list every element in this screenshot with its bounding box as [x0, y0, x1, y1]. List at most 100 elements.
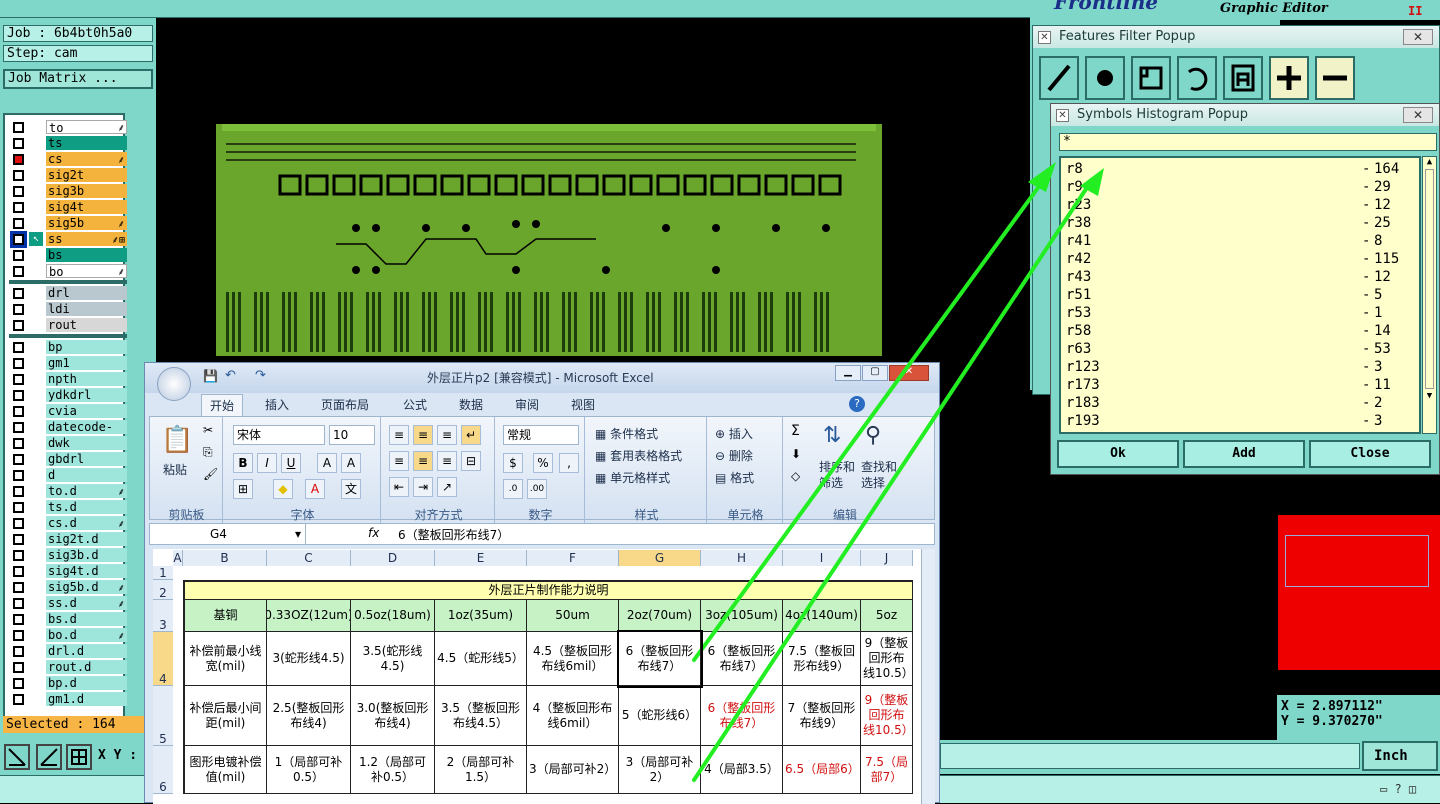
ribbon-tab[interactable]: 数据: [451, 394, 491, 416]
layer-checkbox[interactable]: [13, 694, 24, 705]
snap-icon[interactable]: [4, 744, 30, 770]
row-header[interactable]: 2: [153, 580, 173, 600]
layer-row-ts.d[interactable]: ts.d: [9, 499, 127, 515]
histogram-row[interactable]: r51 -5: [1064, 286, 1414, 304]
layer-checkbox[interactable]: [13, 266, 24, 277]
histogram-scrollbar[interactable]: ▲ ▼: [1422, 156, 1437, 434]
layer-row-npth[interactable]: npth: [9, 371, 127, 387]
increase-indent-icon[interactable]: ⇥: [413, 477, 433, 497]
column-header[interactable]: F: [527, 550, 619, 566]
save-icon[interactable]: 💾: [203, 369, 218, 383]
unit-select[interactable]: Inch: [1362, 741, 1438, 771]
table-cell[interactable]: 1（局部可补0.5）: [267, 746, 351, 794]
layer-row-rout[interactable]: rout: [9, 317, 127, 333]
preview-viewport[interactable]: [1285, 535, 1429, 587]
help-icon[interactable]: ?: [849, 396, 865, 412]
table-cell[interactable]: 图形电镀补偿值(mil): [183, 746, 267, 794]
table-cell[interactable]: 6（整板回形布线7）: [701, 686, 783, 746]
layer-row-datecode-pt[interactable]: datecode-pt: [9, 419, 127, 448]
table-cell[interactable]: 9（整板回形布线10.5）: [861, 686, 913, 746]
table-cell[interactable]: 5oz: [861, 600, 913, 632]
layer-row-sig2t[interactable]: sig2t: [9, 167, 127, 183]
formula-input[interactable]: 6（整板回形布线7）: [398, 526, 509, 543]
find-select-button[interactable]: 查找和 选择: [861, 459, 897, 491]
table-cell[interactable]: 基铜: [183, 600, 267, 632]
layer-checkbox[interactable]: [13, 320, 24, 331]
layer-checkbox[interactable]: [13, 422, 24, 433]
histogram-row[interactable]: r43 -12: [1064, 268, 1414, 286]
layer-row-sig4t.d[interactable]: sig4t.d: [9, 563, 127, 579]
row-header[interactable]: 6: [153, 746, 173, 794]
histogram-row[interactable]: r53 -1: [1064, 304, 1414, 322]
comma-icon[interactable]: ,: [559, 453, 579, 473]
table-cell[interactable]: 2（局部可补1.5）: [435, 746, 527, 794]
column-header[interactable]: J: [861, 550, 913, 566]
layer-checkbox[interactable]: [13, 486, 24, 497]
plus-filter-icon[interactable]: [1269, 56, 1309, 100]
table-cell[interactable]: 4（整板回形布线6mil）: [527, 686, 619, 746]
sheet-scrollbar[interactable]: [921, 549, 935, 804]
font-size-select[interactable]: 10: [329, 425, 375, 445]
paste-icon[interactable]: 📋: [161, 425, 193, 455]
scroll-thumb[interactable]: [1425, 169, 1434, 389]
border-icon[interactable]: ⊞: [233, 479, 253, 499]
layer-row-sig5b.d[interactable]: sig5b.d ⸙: [9, 579, 127, 595]
layer-checkbox[interactable]: [13, 138, 24, 149]
layer-row-bp[interactable]: bp: [9, 339, 127, 355]
redo-icon[interactable]: ↷: [255, 368, 266, 383]
layer-row-cs[interactable]: cs ⸙: [9, 151, 127, 167]
layer-checkbox[interactable]: [13, 662, 24, 673]
layer-checkbox[interactable]: [10, 231, 27, 248]
layer-row-sig3b.d[interactable]: sig3b.d: [9, 547, 127, 563]
layer-row-gm1.d[interactable]: gm1.d: [9, 691, 127, 707]
table-cell[interactable]: 4.5（蛇形线5）: [435, 632, 527, 686]
arc-filter-icon[interactable]: [1177, 56, 1217, 100]
job-matrix-button[interactable]: Job Matrix ...: [3, 69, 153, 89]
layer-checkbox[interactable]: [13, 202, 24, 213]
pad-filter-icon[interactable]: [1085, 56, 1125, 100]
layer-checkbox[interactable]: [13, 550, 24, 561]
align-right-icon[interactable]: ≡: [437, 451, 457, 471]
table-cell[interactable]: 7（整板回形布线9）: [783, 686, 861, 746]
table-cell[interactable]: 3.5(蛇形线4.5): [351, 632, 435, 686]
format-button[interactable]: ▤ 格式: [715, 469, 754, 486]
layer-checkbox[interactable]: [13, 358, 24, 369]
scroll-down-icon[interactable]: ▼: [1423, 391, 1436, 401]
table-cell[interactable]: 3(蛇形线4.5): [267, 632, 351, 686]
table-cell[interactable]: 2oz(70um): [619, 600, 701, 632]
minimize-button[interactable]: ▁: [835, 365, 861, 381]
delete-button[interactable]: ⊖ 删除: [715, 447, 753, 464]
table-cell[interactable]: 3.5（整板回形布线4.5）: [435, 686, 527, 746]
layer-row-ss.d[interactable]: ss.d ⸙: [9, 595, 127, 611]
histogram-row[interactable]: r8 -164: [1064, 160, 1414, 178]
table-cell[interactable]: 6（整板回形布线7）: [617, 630, 703, 688]
layer-row-bs.d[interactable]: bs.d: [9, 611, 127, 627]
text-filter-icon[interactable]: [1223, 56, 1263, 100]
layer-row-d[interactable]: d: [9, 467, 127, 483]
table-cell[interactable]: 3.0(整板回形布线4): [351, 686, 435, 746]
layer-row-sig2t.d[interactable]: sig2t.d: [9, 531, 127, 547]
column-header[interactable]: E: [435, 550, 527, 566]
shrink-font-icon[interactable]: A: [341, 453, 361, 473]
features-popup-close-button[interactable]: ✕: [1403, 29, 1433, 45]
layer-checkbox[interactable]: [13, 678, 24, 689]
table-cell[interactable]: 0.5oz(18um): [351, 600, 435, 632]
name-box[interactable]: G4 ▾: [150, 524, 306, 544]
number-format-select[interactable]: 常规: [503, 425, 579, 445]
decrease-decimal-icon[interactable]: .00: [527, 479, 547, 499]
table-cell[interactable]: 6.5（局部6）: [783, 746, 861, 794]
insert-button[interactable]: ⊕ 插入: [715, 425, 753, 442]
histogram-row[interactable]: r58 -14: [1064, 322, 1414, 340]
measure-icon[interactable]: [36, 744, 62, 770]
layer-row-sig5b[interactable]: sig5b ⸙: [9, 215, 127, 231]
close-window-button[interactable]: ✕: [889, 365, 929, 381]
table-cell[interactable]: 3（局部可补2）: [527, 746, 619, 794]
minus-filter-icon[interactable]: [1315, 56, 1355, 100]
table-cell[interactable]: 3（局部可补2）: [619, 746, 701, 794]
layer-checkbox[interactable]: [13, 374, 24, 385]
symbol-filter-input[interactable]: *: [1059, 133, 1437, 151]
command-input[interactable]: [940, 743, 1360, 769]
cut-icon[interactable]: ✂: [203, 423, 213, 437]
layer-checkbox[interactable]: [13, 304, 24, 315]
layer-row-ydkdrl[interactable]: ydkdrl: [9, 387, 127, 403]
